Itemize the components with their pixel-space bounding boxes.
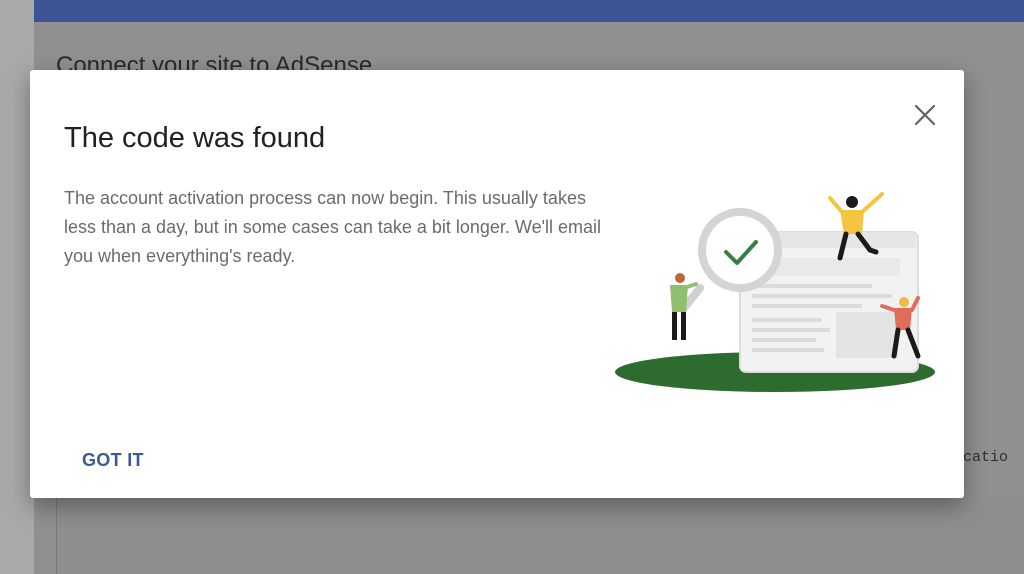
background-sidebar [0,0,34,574]
code-found-dialog: The code was found The account activatio… [30,70,964,498]
activation-illustration [615,192,935,392]
background-header-bar [34,0,1024,22]
close-icon [914,104,936,126]
background-card [56,498,1024,574]
close-button[interactable] [910,100,940,130]
dialog-title: The code was found [64,122,326,154]
person-left-figure [670,273,698,340]
got-it-button[interactable]: GOT IT [70,444,156,477]
dialog-body-text: The account activation process can now b… [64,188,602,266]
screen: Connect your site to AdSense icatio The … [0,0,1024,574]
